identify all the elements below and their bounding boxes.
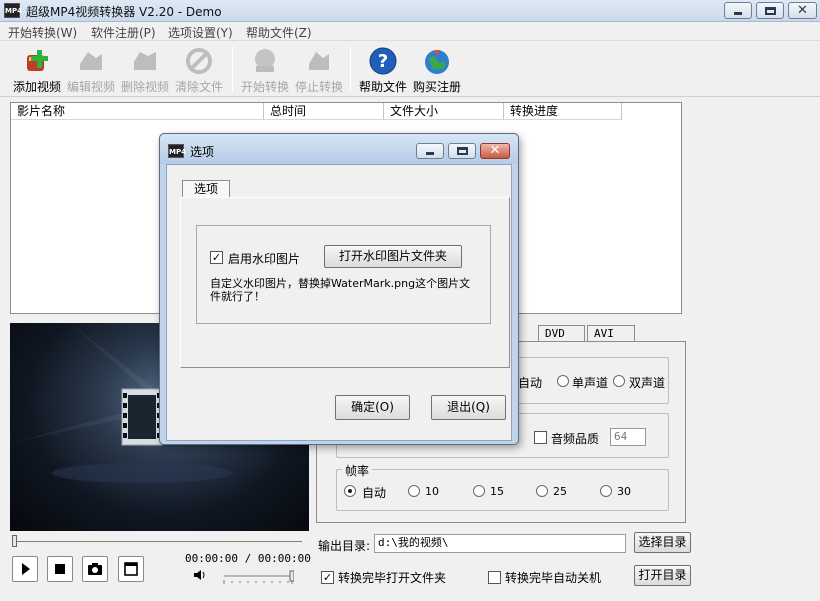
watermark-label: 启用水印图片 [228,252,301,266]
channel-stereo-radio[interactable] [613,375,625,387]
framerate-10-radio[interactable] [408,485,420,497]
buy-register-button[interactable]: 购买注册 [410,44,464,96]
output-dir-input[interactable]: d:\我的视频\ [374,534,626,553]
minimize-icon [426,152,434,155]
seek-slider[interactable] [12,535,17,547]
watermark-hint-line2: 件就行了！ [210,290,265,303]
dialog-title: 选项 [190,145,215,159]
open-folder-after-label: 转换完毕打开文件夹 [338,571,447,585]
app-icon: MP4 [4,3,22,18]
framerate-10-label[interactable]: 10 [425,485,439,498]
column-header-progress[interactable]: 转换进度 [504,103,622,120]
channel-mono-radio[interactable] [557,375,569,387]
clear-files-label: 清除文件 [174,80,223,94]
delete-video-button[interactable]: 删除视频 [118,44,172,96]
framerate-25-radio[interactable] [536,485,548,497]
framerate-auto-label[interactable]: 自动 [362,484,386,501]
options-dialog: MP4 选项 ✕ 选项 ✓ 启用水印图片 打开水印图片文件夹 自定义水印图片，替… [159,133,519,445]
column-header-name[interactable]: 影片名称 [11,103,264,120]
clear-files-button[interactable]: 清除文件 [172,44,226,96]
maximize-button[interactable] [756,2,784,19]
channel-stereo-label[interactable]: 双声道 [629,374,665,391]
framerate-15-radio[interactable] [473,485,485,497]
volume-slider[interactable] [222,568,295,586]
delete-video-icon [134,52,156,70]
window-icon [124,562,138,576]
audio-quality-label: 音频品质 [551,432,600,446]
close-icon: ✕ [489,143,501,158]
buy-register-label: 购买注册 [412,80,461,94]
close-icon: ✕ [797,3,808,18]
dialog-maximize-button[interactable] [448,143,476,159]
stop-convert-icon [309,52,329,70]
speaker-icon[interactable] [193,569,207,584]
minimize-button[interactable] [724,2,752,19]
audio-quality-checkbox[interactable] [534,431,547,444]
globe-icon [425,50,449,74]
stop-convert-label: 停止转换 [294,80,343,94]
maximize-icon [457,147,468,155]
fullscreen-button[interactable] [118,556,144,582]
menu-options[interactable]: 选项设置(Y) [168,24,233,41]
dialog-app-icon: MP4 [168,144,186,158]
watermark-checkbox[interactable]: ✓ [210,251,223,264]
shutdown-after-checkbox[interactable] [488,571,501,584]
edit-video-button[interactable]: 编辑视频 [64,44,118,96]
add-video-button[interactable]: 添加视频 [10,44,64,96]
clear-files-icon [186,48,212,74]
framerate-15-label[interactable]: 15 [490,485,504,498]
menu-start-convert[interactable]: 开始转换(W) [8,24,77,41]
column-header-size[interactable]: 文件大小 [384,103,504,120]
menu-help[interactable]: 帮助文件(Z) [246,24,312,41]
play-button[interactable] [12,556,38,582]
framerate-30-label[interactable]: 30 [617,485,631,498]
ok-button[interactable]: 确定(O) [335,395,410,420]
dialog-minimize-button[interactable] [416,143,444,159]
stop-convert-button[interactable]: 停止转换 [292,44,346,96]
channel-auto-label[interactable]: 自动 [518,374,542,391]
play-icon [22,563,30,575]
start-convert-icon [255,49,275,72]
framerate-30-radio[interactable] [600,485,612,497]
tab-dvd[interactable]: DVD [538,325,585,342]
stop-button[interactable] [47,556,73,582]
close-button[interactable]: ✕ [788,2,817,19]
seek-track [14,541,302,542]
watermark-group: ✓ 启用水印图片 打开水印图片文件夹 自定义水印图片，替换掉WaterMark.… [196,225,491,324]
dialog-tab-options[interactable]: 选项 [182,180,230,197]
open-folder-after-checkbox[interactable]: ✓ [321,571,334,584]
open-watermark-folder-button[interactable]: 打开水印图片文件夹 [324,245,462,268]
stop-icon [55,564,65,574]
menu-register[interactable]: 软件注册(P) [91,24,156,41]
framerate-25-label[interactable]: 25 [553,485,567,498]
start-convert-button[interactable]: 开始转换 [238,44,292,96]
framerate-label: 帧率 [342,462,373,479]
svg-text:?: ? [378,51,388,72]
tab-avi[interactable]: AVI [587,325,635,342]
exit-button[interactable]: 退出(Q) [431,395,506,420]
column-header-duration[interactable]: 总时间 [264,103,384,120]
window-title: 超级MP4视频转换器 V2.20 - Demo [26,5,222,19]
edit-video-icon [80,52,102,70]
add-video-icon [27,50,48,71]
time-display: 00:00:00 / 00:00:00 [185,552,311,565]
channel-mono-label[interactable]: 单声道 [572,374,608,391]
minimize-icon [734,12,742,15]
help-icon: ? [369,47,397,75]
snapshot-button[interactable] [82,556,108,582]
shutdown-after-label: 转换完毕自动关机 [505,571,602,585]
framerate-auto-radio[interactable] [344,485,356,497]
help-file-button[interactable]: ? 帮助文件 [356,44,410,96]
audio-quality-input[interactable]: 64 [610,428,646,446]
browse-dir-button[interactable]: 选择目录 [634,532,691,553]
maximize-icon [765,7,776,15]
camera-icon [88,563,102,575]
dialog-client: 选项 ✓ 启用水印图片 打开水印图片文件夹 自定义水印图片，替换掉WaterMa… [166,164,512,441]
dialog-close-button[interactable]: ✕ [480,143,510,159]
output-dir-label: 输出目录: [318,539,371,553]
open-dir-button[interactable]: 打开目录 [634,565,691,586]
dialog-tab-page: ✓ 启用水印图片 打开水印图片文件夹 自定义水印图片，替换掉WaterMark.… [180,197,510,368]
